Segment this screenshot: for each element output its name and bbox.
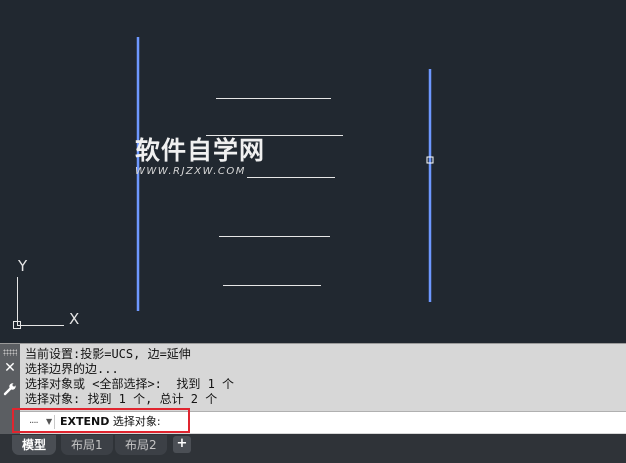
drawing-canvas[interactable]: Y X 软件自学网 WWW.RJZXW.COM <box>0 0 626 343</box>
tab-layout2[interactable]: 布局2 <box>115 435 167 455</box>
layout-tab-bar: 模型 布局1 布局2 + <box>0 434 626 463</box>
tab-layout1[interactable]: 布局1 <box>61 435 113 455</box>
history-line: 选择对象或 <全部选择>: 找到 1 个 <box>25 377 235 391</box>
close-icon[interactable]: ✕ <box>2 360 18 376</box>
ucs-icon: Y X <box>13 257 79 329</box>
drawing-svg[interactable]: Y X <box>0 0 626 343</box>
add-layout-button[interactable]: + <box>173 436 191 453</box>
wrench-icon[interactable] <box>2 382 18 398</box>
tab-model[interactable]: 模型 <box>12 435 57 455</box>
command-window-strip: ✕ <box>0 344 20 435</box>
command-window: ✕ 当前设置:投影=UCS, 边=延伸 选择边界的边... 选择对象或 <全部选… <box>0 343 626 435</box>
command-prompt-text: EXTEND 选择对象: <box>60 415 161 429</box>
history-line: 选择边界的边... <box>25 362 119 376</box>
command-input[interactable]: .... ▼ EXTEND 选择对象: <box>20 411 626 433</box>
command-prompt: 选择对象: <box>109 415 161 428</box>
command-name: EXTEND <box>60 415 110 428</box>
history-line: 选择对象: 找到 1 个, 总计 2 个 <box>25 392 218 406</box>
watermark: 软件自学网 WWW.RJZXW.COM <box>135 136 265 178</box>
watermark-url: WWW.RJZXW.COM <box>135 166 246 177</box>
command-history: 当前设置:投影=UCS, 边=延伸 选择边界的边... 选择对象或 <全部选择>… <box>25 347 621 407</box>
history-line: 当前设置:投影=UCS, 边=延伸 <box>25 347 191 361</box>
watermark-title: 软件自学网 <box>135 136 266 165</box>
recent-commands-icon[interactable]: .... ▼ <box>25 415 55 429</box>
ucs-y-label: Y <box>17 257 28 275</box>
grip-icon[interactable] <box>3 349 17 356</box>
ucs-x-label: X <box>69 310 79 328</box>
